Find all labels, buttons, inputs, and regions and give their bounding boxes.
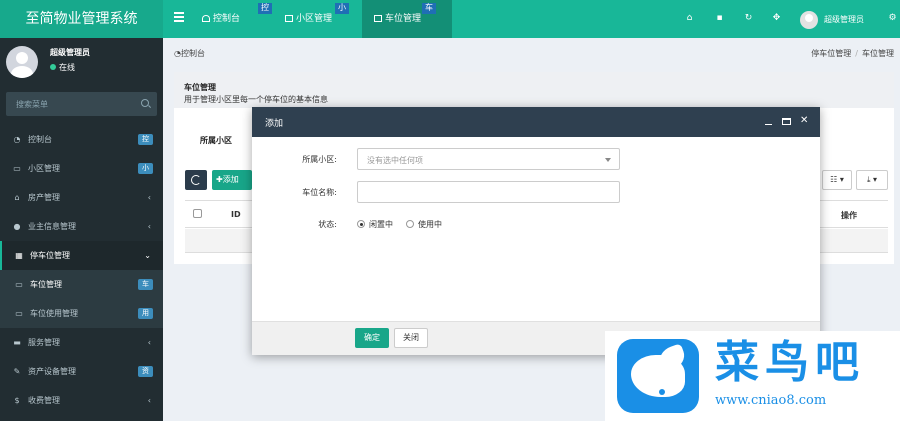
sidebar-item-parking-usage[interactable]: ▭ 车位使用管理 用 xyxy=(0,299,163,328)
sidebar-item-fees[interactable]: $ 收费管理 ‹ xyxy=(0,386,163,415)
book-icon: ▬ xyxy=(13,338,21,347)
tab-dashboard[interactable]: 控制台 控 xyxy=(190,0,272,38)
tab-parking[interactable]: 车位管理 车 xyxy=(362,0,452,38)
search-icon[interactable] xyxy=(141,99,149,107)
status-label: 状态: xyxy=(318,220,337,229)
sidebar-item-assets[interactable]: ✎ 资产设备管理 资 xyxy=(0,357,163,386)
avatar[interactable] xyxy=(800,11,818,29)
breadcrumb: ◔控制台 xyxy=(174,48,205,59)
wrench-icon: ✎ xyxy=(13,367,21,376)
sidebar-user-panel: 超级管理员 在线 xyxy=(0,38,163,84)
columns-toggle-button[interactable]: ☷ ▾ xyxy=(822,170,852,190)
list-icon xyxy=(374,15,382,22)
list-icon: ▭ xyxy=(13,164,21,173)
app-logo[interactable]: 至简物业管理系统 xyxy=(0,0,163,38)
nav-badge: 控 xyxy=(138,134,153,145)
nav-badge: 用 xyxy=(138,308,153,319)
status-option-label[interactable]: 使用中 xyxy=(418,219,442,230)
dashboard-icon: ◔ xyxy=(13,135,21,144)
home-icon: ⌂ xyxy=(14,193,20,202)
list-icon xyxy=(285,15,293,22)
chevron-left-icon: ‹ xyxy=(147,338,151,347)
page-description: 用于管理小区里每一个停车位的基本信息 xyxy=(184,95,328,104)
dialog-title: 添加 xyxy=(265,119,284,129)
status-radio-in-use[interactable] xyxy=(406,220,414,228)
sidebar-item-parking-space[interactable]: ▭ 车位管理 车 xyxy=(0,270,163,299)
user-icon: ● xyxy=(13,222,21,231)
add-dialog: 添加 ✕ 所属小区: 没有选中任何项 车位名称: 状态: 闲置中 使用中 确定 … xyxy=(252,107,820,355)
dashboard-icon xyxy=(202,15,210,22)
close-icon[interactable]: ✕ xyxy=(800,115,808,126)
status-radio-idle[interactable] xyxy=(357,220,365,228)
sidebar-user-name: 超级管理员 xyxy=(50,48,90,57)
confirm-button[interactable]: 确定 xyxy=(355,328,389,348)
refresh-button[interactable] xyxy=(185,170,207,190)
nav-badge: 小 xyxy=(138,163,153,174)
tab-community[interactable]: 小区管理 小 xyxy=(273,0,358,38)
sidebar-item-parking[interactable]: ▦ 停车位管理 ⌄ xyxy=(0,241,163,270)
caret-down-icon xyxy=(605,158,611,162)
top-navbar: 至简物业管理系统 控制台 控 小区管理 小 车位管理 车 ⌂ ▪ ↻ ✥ 超级管… xyxy=(0,0,900,38)
online-status: 在线 xyxy=(50,62,75,73)
maximize-icon[interactable] xyxy=(782,118,791,125)
fullscreen-icon[interactable]: ✥ xyxy=(772,14,781,23)
menu-toggle-icon[interactable] xyxy=(174,12,184,22)
parking-name-input[interactable] xyxy=(357,181,620,203)
bird-logo-icon xyxy=(617,339,699,413)
dialog-header: 添加 ✕ xyxy=(252,107,820,137)
minimize-icon[interactable] xyxy=(765,124,772,125)
nav-badge: 资 xyxy=(138,366,153,377)
sidebar-item-service[interactable]: ▬ 服务管理 ‹ xyxy=(0,328,163,357)
community-label: 所属小区: xyxy=(302,155,337,164)
chevron-left-icon: ‹ xyxy=(147,396,151,405)
list-icon: ▭ xyxy=(15,309,23,318)
avatar xyxy=(6,46,38,78)
list-icon: ▭ xyxy=(15,280,23,289)
sidebar-item-property[interactable]: ⌂ 房产管理 ‹ xyxy=(0,183,163,212)
page-title: 车位管理 xyxy=(184,83,216,92)
sidebar-item-dashboard[interactable]: ◔ 控制台 控 xyxy=(0,125,163,154)
search-placeholder: 搜索菜单 xyxy=(16,100,48,109)
nav-badge: 车 xyxy=(138,279,153,290)
breadcrumb-trail: 停车位管理 / 车位管理 xyxy=(811,49,894,58)
dollar-icon: $ xyxy=(14,396,20,405)
top-user-name[interactable]: 超级管理员 xyxy=(824,14,864,25)
chevron-left-icon: ‹ xyxy=(147,193,151,202)
sidebar-item-owners[interactable]: ● 业主信息管理 ‹ xyxy=(0,212,163,241)
sidebar-item-community[interactable]: ▭ 小区管理 小 xyxy=(0,154,163,183)
status-option-label[interactable]: 闲置中 xyxy=(369,219,393,230)
watermark-url: www.cniao8.com xyxy=(715,393,827,408)
name-label: 车位名称: xyxy=(302,188,337,197)
breadcrumb-item: 车位管理 xyxy=(862,49,894,58)
sidebar: 超级管理员 在线 搜索菜单 ◔ 控制台 控 ▭ 小区管理 小 ⌂ 房产管理 ‹ … xyxy=(0,38,163,421)
dashboard-icon: ◔ xyxy=(174,49,181,58)
tab-community-filter[interactable]: 所属小区 xyxy=(200,135,232,146)
refresh-icon[interactable]: ↻ xyxy=(744,14,753,23)
parking-icon: ▦ xyxy=(15,251,23,260)
watermark-brand: 菜鸟吧 xyxy=(715,337,865,388)
tab-badge: 小 xyxy=(335,3,349,14)
settings-icon[interactable]: ⚙ xyxy=(888,14,897,23)
community-select[interactable]: 没有选中任何项 xyxy=(357,148,620,170)
select-all-checkbox[interactable] xyxy=(193,209,202,218)
tab-badge: 车 xyxy=(422,3,436,14)
home-icon[interactable]: ⌂ xyxy=(685,14,694,23)
export-button[interactable]: ⤓ ▾ xyxy=(856,170,888,190)
tab-badge: 控 xyxy=(258,3,272,14)
chevron-left-icon: ‹ xyxy=(147,222,151,231)
community-select-value: 没有选中任何项 xyxy=(367,156,423,165)
close-button[interactable]: 关闭 xyxy=(394,328,428,348)
watermark: 菜鸟吧 www.cniao8.com xyxy=(605,331,900,421)
column-header-operation: 操作 xyxy=(841,211,857,220)
sidebar-search-input[interactable]: 搜索菜单 xyxy=(6,92,157,116)
panel-header: 车位管理 用于管理小区里每一个停车位的基本信息 xyxy=(174,72,894,108)
trash-icon[interactable]: ▪ xyxy=(715,14,724,23)
breadcrumb-item[interactable]: 停车位管理 xyxy=(811,49,851,58)
online-dot-icon xyxy=(50,64,56,70)
column-header-id[interactable]: ID xyxy=(231,210,241,219)
breadcrumb-home[interactable]: 控制台 xyxy=(181,49,205,58)
chevron-down-icon: ⌄ xyxy=(144,251,151,260)
add-button[interactable]: ✚添加 xyxy=(212,170,252,190)
